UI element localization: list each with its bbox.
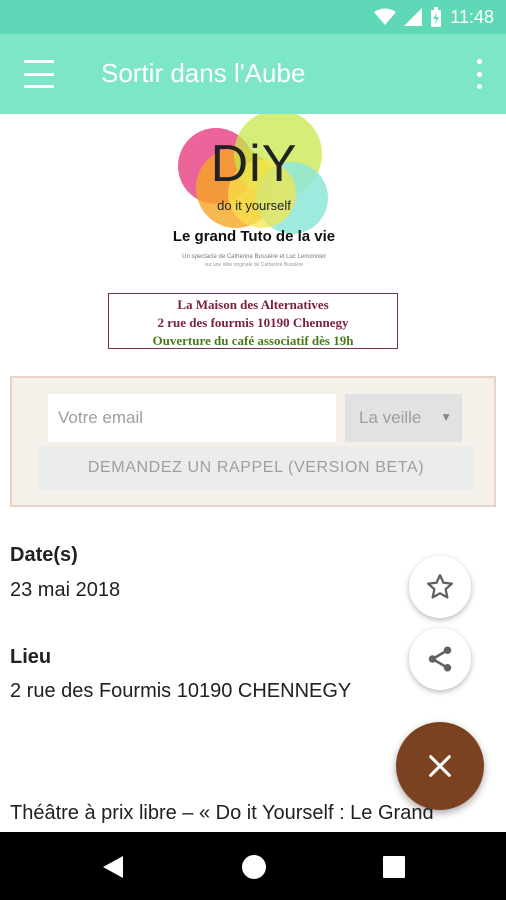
lieu-value: 2 rue des Fourmis 10190 CHENNEGY — [10, 680, 352, 702]
reminder-time-select[interactable]: La veille ▼ — [345, 394, 462, 442]
email-input[interactable]: Votre email — [48, 394, 336, 442]
app-title: Sortir dans l'Aube — [101, 58, 306, 88]
star-outline-icon — [427, 574, 453, 599]
poster-credits: Un spectacle de Catherine Bussière et Lu… — [182, 254, 326, 260]
poster-venue-address: 2 rue des fourmis 10190 Chennegy — [157, 315, 349, 330]
poster-logo: DiY — [210, 135, 298, 193]
poster-logo-subtitle: do it yourself — [217, 198, 291, 213]
share-button[interactable] — [409, 628, 471, 690]
request-reminder-button[interactable]: DEMANDEZ UN RAPPEL (VERSION BETA) — [38, 446, 474, 490]
close-fab-button[interactable] — [396, 722, 484, 810]
reminder-time-value: La veille — [359, 408, 422, 427]
wifi-icon — [374, 8, 397, 25]
home-circle-icon[interactable] — [241, 854, 267, 880]
status-icons: 11:48 — [374, 0, 494, 34]
poster-credits-2: sur une idée originale de Catherine Buss… — [204, 262, 304, 268]
poster-venue-name: La Maison des Alternatives — [177, 297, 329, 312]
status-bar: 11:48 — [0, 0, 506, 34]
share-icon — [428, 646, 452, 672]
event-poster: DiY do it yourself Le grand Tuto de la v… — [108, 114, 400, 352]
recents-square-icon[interactable] — [383, 856, 405, 878]
poster-venue-box: La Maison des Alternatives 2 rue des fou… — [108, 293, 398, 349]
dropdown-arrow-icon: ▼ — [440, 410, 452, 424]
navigation-bar — [0, 832, 506, 900]
close-icon — [429, 755, 451, 777]
battery-icon — [431, 7, 442, 27]
signal-icon — [404, 8, 423, 26]
lieu-label: Lieu — [10, 646, 52, 668]
favorite-button[interactable] — [409, 556, 471, 618]
date-value: 23 mai 2018 — [10, 579, 121, 601]
menu-icon[interactable] — [24, 60, 54, 88]
app-bar: Sortir dans l'Aube — [0, 34, 506, 114]
event-description: Théâtre à prix libre – « Do it Yourself … — [10, 802, 434, 824]
more-vert-icon[interactable] — [474, 59, 484, 89]
date-label: Date(s) — [10, 544, 78, 566]
back-triangle-icon[interactable] — [101, 854, 125, 880]
status-time: 11:48 — [450, 6, 494, 27]
poster-venue-note: Ouverture du café associatif dès 19h — [152, 333, 354, 348]
poster-tagline: Le grand Tuto de la vie — [172, 228, 336, 245]
reminder-box: Votre email La veille ▼ DEMANDEZ UN RAPP… — [10, 376, 496, 507]
